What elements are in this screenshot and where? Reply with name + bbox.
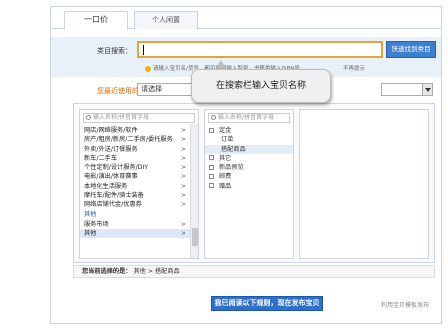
folder-icon xyxy=(209,127,214,133)
category-item-label: 房产/租房/新房/二手房/委托服务 xyxy=(84,136,173,144)
chevron-right-icon: > xyxy=(180,220,186,228)
category-item[interactable]: 新车/二手车 > xyxy=(80,154,198,163)
chevron-right-icon: > xyxy=(180,136,186,144)
category-search-input[interactable] xyxy=(137,41,383,58)
subcategory-label: 定金 xyxy=(219,127,232,134)
folder-icon xyxy=(209,183,214,189)
category-item[interactable]: 外卖/外送/订餐服务 > xyxy=(80,145,198,154)
quick-find-category-button[interactable]: 快速找到类目 xyxy=(386,41,436,58)
subcategory-item[interactable]: 邮费 xyxy=(205,172,293,181)
category-item-label: 摩托车/配件/骑士装备 xyxy=(84,192,144,200)
category-item-label: 服务市场 xyxy=(84,220,109,228)
agree-and-publish-button[interactable]: 我已阅读以下规则，现在发布宝贝 xyxy=(211,296,323,311)
category-item[interactable]: 网络店铺代金/优惠券 > xyxy=(80,200,198,209)
tab-personal-idle[interactable]: 个人闲置 xyxy=(134,11,198,29)
category-group-heading: 其他 xyxy=(84,210,97,218)
subcategory-item[interactable]: 其它 xyxy=(205,154,293,163)
folder-icon xyxy=(209,173,214,179)
chevron-right-icon: > xyxy=(180,145,186,153)
current-selection-path: 其他 > 搭配商品 xyxy=(133,268,180,275)
pane1-filter-placeholder: 输入名称/拼音首字母 xyxy=(93,114,150,121)
chevron-right-icon: > xyxy=(180,127,186,134)
category-item[interactable]: 个性定制/设计服务/DIY > xyxy=(80,163,198,172)
recent-select-value: 请选择 xyxy=(141,85,162,93)
category-item-label: 网店/网络服务/软件 xyxy=(84,127,138,134)
subcategory-label: 订单 xyxy=(221,136,234,144)
category-pane-level3 xyxy=(299,109,429,259)
chevron-right-icon: > xyxy=(180,229,186,237)
pane2-filter-input[interactable]: 输入名称/拼音首字母 xyxy=(208,113,290,123)
chevron-down-icon xyxy=(422,84,432,95)
category-item-label: 本地化生活服务 xyxy=(84,182,128,190)
publish-panel: 一口价 个人闲置 类目搜索： 快速找到类目 请输入宝贝名/货号，都可能搜输入型号… xyxy=(50,6,442,324)
subcategory-label: 新品预览 xyxy=(219,164,244,172)
subcategory-label: 搭配商品 xyxy=(221,145,246,153)
scrollbar-thumb[interactable] xyxy=(192,228,198,246)
tab-fixed-price[interactable]: 一口价 xyxy=(64,11,128,30)
category-item-label: 电影/演出/体育赛事 xyxy=(84,173,138,181)
subcategory-label: 赠品 xyxy=(219,182,232,190)
subcategory-label: 其它 xyxy=(219,154,232,162)
category-item-label: 外卖/外送/订餐服务 xyxy=(84,145,138,153)
current-selection-bar: 您当前选择的是： 其他 > 搭配商品 xyxy=(73,265,435,278)
category-item[interactable]: 网店/网络服务/软件 > xyxy=(80,126,198,135)
category-pane-level1: 输入名称/拼音首字母 网店/网络服务/软件 > 房产/租房/新房/二手房/委托服务… xyxy=(79,109,199,259)
category-item[interactable]: 服务市场 > xyxy=(80,220,198,229)
category-item-label: 其他 xyxy=(84,229,97,237)
publish-with-template-link[interactable]: 利用宝贝模板发布 xyxy=(381,300,429,309)
category-item-label: 新车/二手车 xyxy=(84,154,118,162)
chevron-right-icon: > xyxy=(180,164,186,172)
search-icon xyxy=(211,115,216,120)
folder-icon xyxy=(209,164,214,170)
search-input-field[interactable] xyxy=(139,43,381,56)
instruction-callout: 在搜索栏输入宝贝名称 xyxy=(191,69,331,103)
subcategory-item[interactable]: 定金 xyxy=(205,126,293,135)
category-item-label: 网络店铺代金/优惠券 xyxy=(84,201,142,209)
pane2-filter-placeholder: 输入名称/拼音首字母 xyxy=(218,114,275,121)
category-panes: 输入名称/拼音首字母 网店/网络服务/软件 > 房产/租房/新房/二手房/委托服务… xyxy=(73,103,435,263)
dismiss-tip-link[interactable]: 不再提示 xyxy=(343,64,365,72)
recent-categories-select-extension[interactable] xyxy=(381,83,433,96)
category-item[interactable]: 房产/租房/新房/二手房/委托服务 > xyxy=(80,135,198,144)
subcategory-item-selected[interactable]: 搭配商品 xyxy=(205,144,293,154)
category-list-level1: 网店/网络服务/软件 > 房产/租房/新房/二手房/委托服务 > 外卖/外送/订餐服… xyxy=(80,126,198,239)
search-icon xyxy=(86,115,91,120)
current-selection-label: 您当前选择的是： xyxy=(82,268,132,275)
subcategory-item[interactable]: 新品预览 xyxy=(205,163,293,172)
search-label: 类目搜索： xyxy=(97,47,132,55)
category-item[interactable]: 电影/演出/体育赛事 > xyxy=(80,172,198,181)
chevron-right-icon: > xyxy=(180,154,186,162)
subcategory-label: 邮费 xyxy=(219,173,232,181)
tab-bar: 一口价 个人闲置 xyxy=(51,7,441,30)
text-caret xyxy=(143,45,144,55)
subcategory-item[interactable]: 赠品 xyxy=(205,182,293,191)
pane1-filter-input[interactable]: 输入名称/拼音首字母 xyxy=(83,113,195,123)
folder-icon xyxy=(209,155,214,161)
subcategory-item[interactable]: 订单 xyxy=(205,135,293,144)
category-item-selected[interactable]: 其他 > xyxy=(80,228,198,239)
chevron-right-icon: > xyxy=(180,192,186,200)
lightbulb-icon xyxy=(145,65,151,72)
pane1-scrollbar[interactable] xyxy=(190,124,198,258)
category-item[interactable]: 摩托车/配件/骑士装备 > xyxy=(80,191,198,200)
chevron-right-icon: > xyxy=(180,201,186,209)
category-pane-level2: 输入名称/拼音首字母 定金 订单 搭配商品 其它 新品预览 邮费 赠品 xyxy=(204,109,294,259)
category-item-label: 个性定制/设计服务/DIY xyxy=(84,164,149,172)
chevron-right-icon: > xyxy=(180,173,186,181)
chevron-right-icon: > xyxy=(180,182,186,190)
category-item[interactable]: 本地化生活服务 > xyxy=(80,182,198,191)
